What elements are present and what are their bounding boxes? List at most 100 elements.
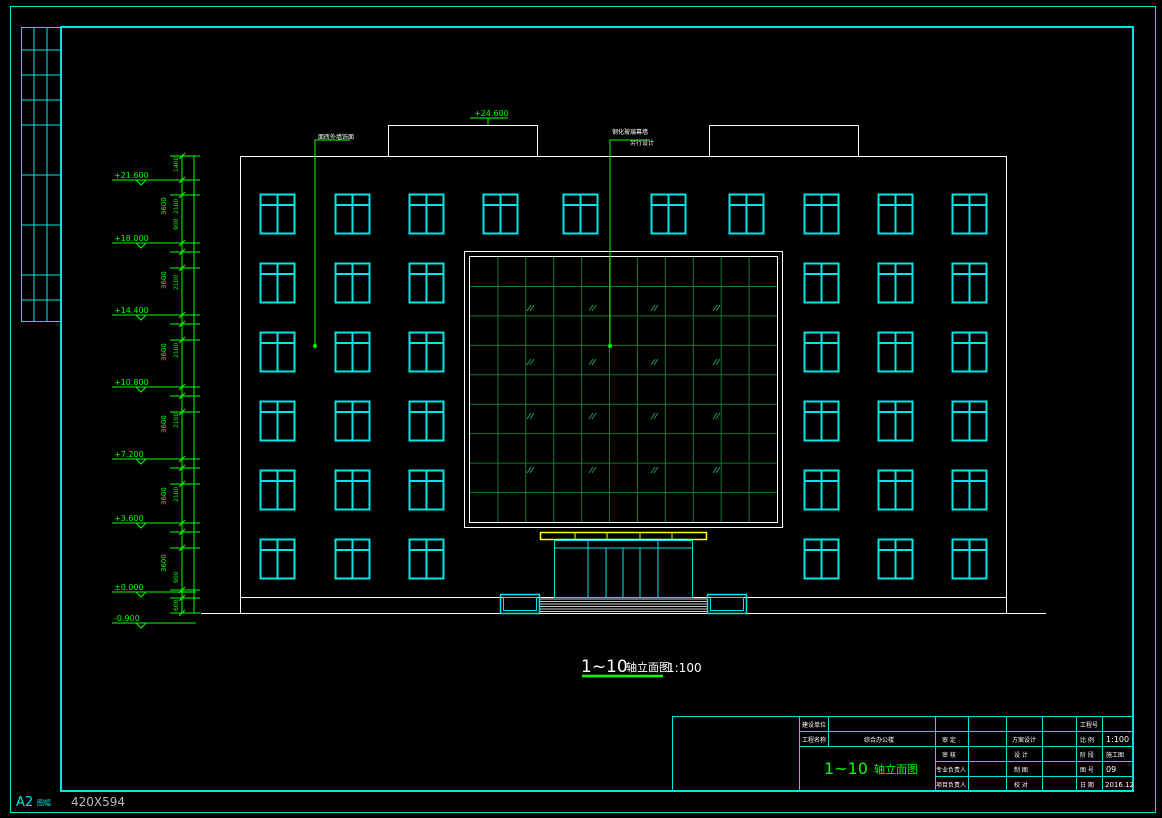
tb-drawing-number: 1~10: [824, 759, 868, 778]
sheet-dimensions: 420X594: [71, 795, 125, 809]
dimension-sublabel: 2100: [173, 413, 180, 428]
dimension-chain: 3600 3600 3600 3600 3600 3600 1400 2100 900 2100 2…: [160, 152, 200, 617]
window: [334, 193, 371, 235]
dimension-label: 3600: [160, 554, 168, 572]
dimension-sublabel: 1400: [173, 157, 180, 172]
elevation-label: ±0.000: [114, 583, 144, 592]
roof-structure-left: [388, 125, 538, 157]
dimension-sublabel: 2100: [173, 199, 180, 214]
window: [951, 193, 988, 235]
sign-label-4: 项目负责人: [936, 781, 966, 789]
window: [951, 538, 988, 580]
window: [803, 469, 840, 511]
window: [334, 469, 371, 511]
window: [877, 400, 914, 442]
callout-right-text-1: 钢化玻璃幕墙: [612, 128, 648, 136]
elevation-label: -0.900: [114, 614, 140, 623]
window: [334, 262, 371, 304]
window: [334, 400, 371, 442]
project-name: 综合办公楼: [864, 736, 894, 744]
window: [803, 400, 840, 442]
window: [259, 400, 296, 442]
window: [482, 193, 519, 235]
dimension-sublabel: 2100: [173, 275, 180, 290]
window: [408, 193, 445, 235]
drawing-title-number: 1~10: [581, 657, 628, 677]
role-label-4: 校 对: [1014, 781, 1028, 789]
window: [951, 262, 988, 304]
window: [259, 331, 296, 373]
elevation-label: +3.600: [114, 514, 144, 523]
dimension-label: 3600: [160, 415, 168, 433]
title-block: [672, 716, 1133, 791]
window: [334, 538, 371, 580]
entrance: [499, 531, 748, 615]
elevation-label: +18.000: [114, 234, 149, 243]
window: [803, 262, 840, 304]
window: [408, 331, 445, 373]
info-label-5: 日 期: [1080, 781, 1094, 789]
window: [803, 331, 840, 373]
date-value: 2016.12: [1105, 781, 1134, 789]
dimension-label: 3600: [160, 271, 168, 289]
dimension-label: 3600: [160, 197, 168, 215]
elevation-label: +14.400: [114, 306, 149, 315]
sheet-size-label: A2: [16, 795, 33, 810]
role-label-2: 设 计: [1014, 751, 1028, 759]
info-label-3: 阶 段: [1080, 751, 1094, 759]
window: [877, 469, 914, 511]
window: [877, 262, 914, 304]
window: [408, 538, 445, 580]
window: [951, 331, 988, 373]
sheet-number: 09: [1106, 765, 1116, 774]
elevation-label: +10.800: [114, 378, 149, 387]
dimension-sublabel: 900: [173, 571, 180, 583]
sign-label-2: 审 核: [942, 751, 956, 759]
window: [562, 193, 599, 235]
sheet-size-suffix: 图幅: [37, 798, 51, 807]
client-label: 建设单位: [802, 721, 826, 729]
binding-strip: [21, 27, 61, 322]
dimension-label: 3600: [160, 343, 168, 361]
project-label: 工程名称: [802, 736, 826, 744]
window: [408, 400, 445, 442]
window: [951, 400, 988, 442]
dimension-sublabel: 2100: [173, 343, 180, 358]
window: [803, 538, 840, 580]
elevation-marker: -0.900: [112, 614, 196, 629]
elevation-label: +21.600: [114, 171, 149, 180]
building-facade: [240, 156, 1007, 598]
tb-drawing-text: 轴立面图: [874, 762, 918, 776]
roof-elevation-label: +24.600: [474, 109, 509, 118]
info-label-2: 比 例: [1080, 736, 1094, 744]
callout-left-text: 面砖外墙饰面: [318, 133, 354, 141]
window: [728, 193, 765, 235]
window: [877, 193, 914, 235]
stage-value: 施工图: [1106, 751, 1124, 759]
elevation-markers: +21.600 +18.000 +14.400 +10.800 +7.200 +3.600…: [112, 171, 196, 629]
window: [951, 469, 988, 511]
window: [334, 331, 371, 373]
callout-right-text-2: 另行设计: [630, 139, 654, 147]
dimension-label: 3600: [160, 487, 168, 505]
window: [259, 538, 296, 580]
drawing-title-text: 轴立面图: [626, 660, 670, 674]
window: [259, 469, 296, 511]
window: [408, 469, 445, 511]
sign-label-3: 专业负责人: [936, 766, 966, 774]
dimension-sublabel: 900: [173, 218, 180, 230]
entrance-canopy: [539, 531, 708, 541]
role-label-1: 方案设计: [1012, 736, 1036, 744]
window: [259, 262, 296, 304]
role-label-3: 制 图: [1014, 766, 1028, 774]
dimension-sublabel: 600: [173, 599, 180, 611]
window: [650, 193, 687, 235]
curtain-wall: [464, 251, 783, 528]
info-label-1: 工程号: [1080, 721, 1098, 729]
sign-label-1: 审 定: [942, 736, 956, 744]
roof-structure-right: [709, 125, 859, 157]
drawing-title-scale: 1:100: [667, 661, 702, 675]
window: [877, 538, 914, 580]
info-label-4: 图 号: [1080, 767, 1094, 774]
window: [803, 193, 840, 235]
